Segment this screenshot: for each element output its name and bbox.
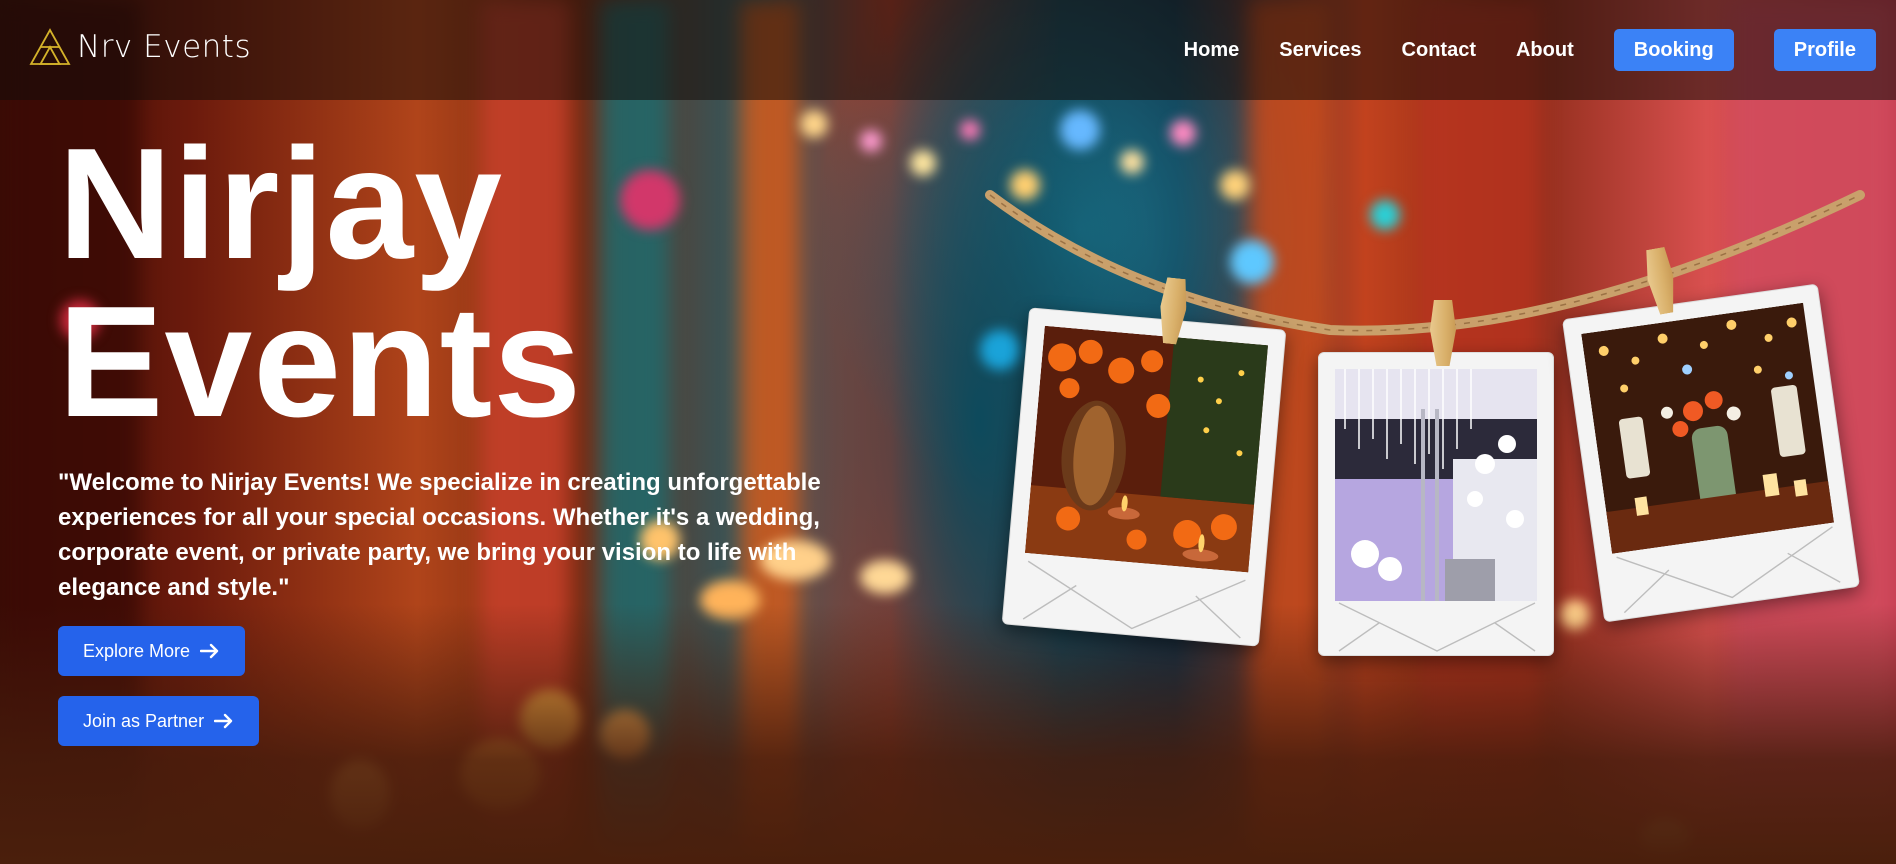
- hero-description: "Welcome to Nirjay Events! We specialize…: [58, 469, 821, 601]
- triangle-logo-icon: [29, 28, 71, 65]
- top-navbar: Nrv Events Home Services Contact About B…: [0, 0, 1896, 100]
- join-partner-button[interactable]: Join as Partner: [58, 696, 260, 746]
- arrow-right-icon: [200, 643, 219, 659]
- join-partner-label: Join as Partner: [83, 710, 205, 731]
- brand-name: Nrv Events: [77, 29, 252, 65]
- hero-title-line1: Nirjay: [58, 116, 504, 292]
- nav-services[interactable]: Services: [1279, 39, 1361, 62]
- profile-button[interactable]: Profile: [1773, 29, 1876, 71]
- main-nav: Home Services Contact About Booking Prof…: [1184, 29, 1876, 71]
- explore-more-label: Explore More: [83, 640, 191, 661]
- nav-home[interactable]: Home: [1184, 39, 1240, 62]
- nav-contact[interactable]: Contact: [1402, 39, 1476, 62]
- booking-button[interactable]: Booking: [1613, 29, 1734, 71]
- nav-about[interactable]: About: [1516, 39, 1574, 62]
- hero-title-line2: Events: [58, 274, 583, 450]
- arrow-right-icon: [214, 713, 233, 729]
- explore-more-button[interactable]: Explore More: [58, 626, 246, 676]
- hero-title: Nirjay Events: [58, 125, 582, 441]
- brand-logo[interactable]: Nrv Events: [29, 28, 251, 66]
